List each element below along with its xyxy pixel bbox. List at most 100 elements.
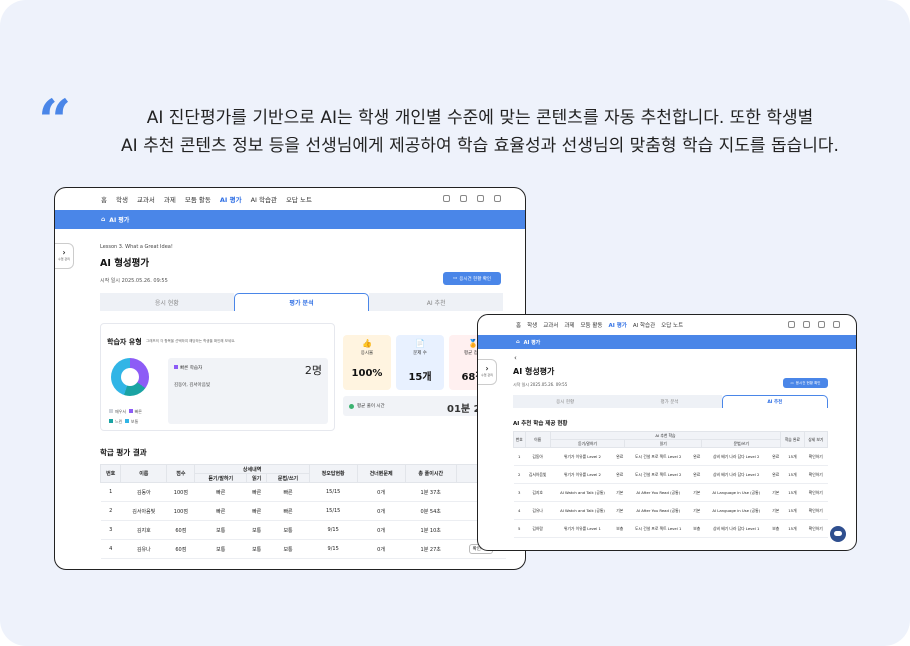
cell: 1분 37초 [405, 482, 457, 502]
cell: 보충 [614, 519, 625, 538]
cell: 15개 [780, 447, 805, 466]
edit-icon[interactable] [494, 195, 501, 202]
nav-home[interactable]: 홈 [516, 321, 521, 329]
tab-ai-recommend[interactable]: AI 추천 [369, 293, 504, 311]
learner-type-donut-chart[interactable] [111, 358, 149, 396]
table-row: 2 김서아음빛 100점 빠른 빠른 빠른 15/15 0개 0분 54초 [100, 501, 506, 521]
home-icon: ⌂ [101, 216, 106, 223]
nav-students[interactable]: 학생 [527, 321, 537, 329]
legend-label: 빠른 [134, 409, 142, 414]
nav-assignment[interactable]: 과제 [564, 321, 574, 329]
legend-label: 느린 [115, 419, 123, 424]
cell: 1분 27초 [405, 539, 457, 559]
cell: 빠른 [266, 501, 310, 521]
tab-analysis[interactable]: 평가 분석 [617, 395, 722, 408]
cell: 3 [100, 520, 121, 540]
cell: 김하람 [525, 519, 551, 538]
nav-students[interactable]: 학생 [116, 194, 128, 204]
cell: 보충 [691, 519, 702, 538]
nav-wrong-note[interactable]: 오답 노트 [661, 321, 683, 329]
col-header: 상세 보기 [803, 431, 829, 448]
cell: 0개 [357, 501, 406, 521]
table-row: 1 김동아 100점 빠른 빠른 빠른 15/15 0개 1분 37초 [100, 482, 506, 502]
tab-status[interactable]: 응시 현황 [513, 395, 618, 408]
chatbot-robot-icon[interactable] [830, 526, 846, 542]
table-row: 4 김유나 AI Watch and Talk (공통) 기본 AI After You… [513, 501, 828, 520]
stat-label: 응시율 [360, 351, 374, 356]
cell: 기본 [614, 501, 625, 520]
edit-icon[interactable] [833, 321, 840, 328]
tab-status[interactable]: 응시 현황 [100, 293, 234, 311]
detail-link[interactable]: 확인하기 [804, 501, 828, 520]
lesson-title: Lesson 3. What a Great Idea! [100, 244, 173, 250]
cell: 60점 [166, 520, 195, 540]
back-chevron-icon[interactable]: ‹ [514, 354, 517, 362]
detail-link[interactable]: 확인하기 [804, 483, 828, 502]
cell: 2 [513, 465, 526, 484]
cell: 2 [100, 501, 121, 521]
headline-line-1: AI 진단평가를 기반으로 AI는 학생 개인별 수준에 맞는 콘텐츠를 자동 … [146, 108, 814, 128]
side-tab-label: 수업 관리 [58, 257, 70, 261]
sub-header: 듣기/말하기 [194, 473, 248, 483]
headline: AI 진단평가를 기반으로 AI는 학생 개인별 수준에 맞는 콘텐츠를 자동 … [80, 104, 880, 160]
status-check-button[interactable]: ▭ 응시건 현황 확인 [783, 378, 828, 388]
nav-home[interactable]: 홈 [101, 194, 107, 204]
cell: 보통 [246, 539, 267, 559]
cell: 상비 배기 나라 답다 Level 2 [701, 447, 771, 466]
col-header: 학습 완료 [780, 431, 805, 448]
nav-wrong-note[interactable]: 오답 노트 [286, 194, 312, 204]
status-check-button[interactable]: ▭ 응시건 현황 확인 [443, 272, 501, 285]
cell: 빠른 [246, 482, 267, 502]
cell: 기본 [770, 483, 781, 502]
tablet-screen-recommend: 홈 학생 교과서 과제 모둠 활동 AI 평가 AI 학습관 오답 노트 ⌂ A… [477, 314, 857, 551]
cell: 완료 [614, 447, 625, 466]
cell: 0개 [357, 539, 406, 559]
side-tab-label: 수업 관리 [481, 373, 493, 377]
cell: 100점 [166, 482, 195, 502]
cell: 도시 건설 프로 젝트 Level 2 [624, 447, 692, 466]
cell: 빠른 [194, 482, 247, 502]
bell-icon[interactable] [443, 195, 450, 202]
cell: 보통 [266, 520, 310, 540]
cell: 5 [513, 519, 526, 538]
group-swatch [174, 365, 178, 369]
detail-link[interactable]: 확인하기 [804, 465, 828, 484]
table-row: 5 김하람 위기가 이유를 Level 1 보충 도시 건설 프로 젝트 Level 1… [513, 519, 828, 538]
nav-group[interactable]: 모둠 활동 [581, 321, 603, 329]
sub-header: 읽기 [624, 439, 703, 448]
nav-ai-learning[interactable]: AI 학습관 [633, 321, 655, 329]
cell: 1분 10초 [405, 520, 457, 540]
nav-group[interactable]: 모둠 활동 [185, 194, 211, 204]
cell: 기본 [770, 501, 781, 520]
cell: 15/15 [309, 501, 358, 521]
side-tab[interactable]: › 수업 관리 [55, 243, 74, 269]
nav-textbook[interactable]: 교과서 [137, 194, 155, 204]
stat-label: 문제 수 [413, 351, 427, 356]
col-header: AI 추천 학습 [549, 431, 782, 440]
nav-ai-learning[interactable]: AI 학습관 [251, 194, 277, 204]
gear-icon[interactable] [460, 195, 467, 202]
nav-ai-eval[interactable]: AI 평가 [220, 194, 242, 204]
cell: 보통 [266, 539, 310, 559]
nav-ai-eval[interactable]: AI 평가 [609, 321, 627, 329]
tab-analysis[interactable]: 평가 분석 [233, 293, 370, 311]
bell-icon[interactable] [788, 321, 795, 328]
cell: 김유나 [120, 539, 167, 559]
detail-link[interactable]: 확인하기 [804, 447, 828, 466]
tab-ai-recommend[interactable]: AI 추천 [721, 395, 828, 408]
nav-textbook[interactable]: 교과서 [543, 321, 558, 329]
cell: 완료 [614, 465, 625, 484]
cell: 위기가 이유를 Level 2 [550, 447, 615, 466]
chevron-right-icon: › [485, 364, 489, 373]
table-row: 4 김유나 60점 보통 보통 보통 9/15 0개 1분 27초 확인하기 [100, 539, 506, 559]
cell: 김지호 [120, 520, 167, 540]
side-tab[interactable]: › 수업 관리 [478, 359, 497, 385]
nav-assignment[interactable]: 과제 [164, 194, 176, 204]
chat-icon[interactable] [818, 321, 825, 328]
gear-icon[interactable] [803, 321, 810, 328]
chat-icon[interactable] [477, 195, 484, 202]
detail-link[interactable]: 확인하기 [804, 519, 828, 538]
cell: 위기가 이유를 Level 2 [550, 465, 615, 484]
cell: 김동아 [120, 482, 167, 502]
group-names: 김동아, 김서아음빛 [174, 383, 210, 388]
